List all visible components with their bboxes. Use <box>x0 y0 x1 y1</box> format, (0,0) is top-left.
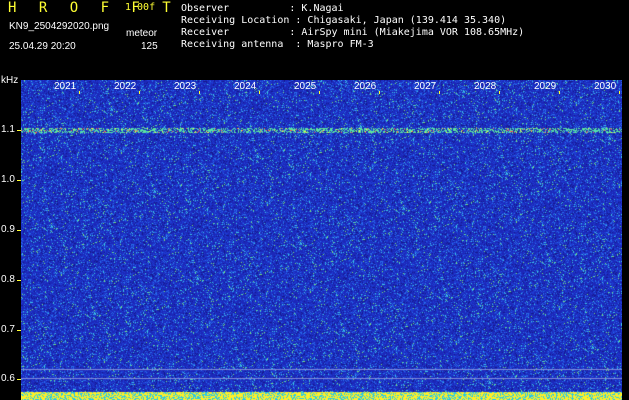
x-tick-mark <box>79 91 80 94</box>
meta-observer: Observer : K.Nagai <box>181 3 344 14</box>
x-tick-label: 2026 <box>354 81 377 92</box>
spectrogram-plot[interactable] <box>21 80 622 400</box>
meta-antenna: Receiving antenna : Maspro FM-3 <box>181 39 374 50</box>
y-tick-mark <box>17 280 21 281</box>
x-tick-label: 2022 <box>114 81 137 92</box>
x-tick-mark <box>139 91 140 94</box>
x-tick-label: 2029 <box>534 81 557 92</box>
y-tick-mark <box>17 330 21 331</box>
mode-label: meteor <box>126 28 158 39</box>
x-tick-mark <box>559 91 560 94</box>
x-tick-mark <box>439 91 440 94</box>
y-tick-label: 1.1 <box>1 124 15 135</box>
y-tick-mark <box>17 230 21 231</box>
meta-location: Receiving Location : Chigasaki, Japan (1… <box>181 15 507 26</box>
x-tick-mark <box>499 91 500 94</box>
x-tick-mark <box>199 91 200 94</box>
y-tick-label: 0.8 <box>1 274 15 285</box>
meta-receiver: Receiver : AirSpy mini (Miakejima VOR 10… <box>181 27 525 38</box>
count: 125 <box>141 41 158 52</box>
y-tick-label: 0.7 <box>1 324 15 335</box>
y-axis-unit: kHz <box>1 75 19 86</box>
y-tick-label: 0.6 <box>1 373 15 384</box>
y-tick-mark <box>17 180 21 181</box>
x-tick-mark <box>319 91 320 94</box>
y-tick-mark <box>17 379 21 380</box>
x-tick-label: 2024 <box>234 81 257 92</box>
app-version: 1.00f <box>125 2 156 13</box>
y-tick-mark <box>17 130 21 131</box>
x-tick-label: 2021 <box>54 81 77 92</box>
spectrogram-canvas[interactable] <box>21 80 622 400</box>
file-name: KN9_2504292020.png <box>9 21 110 32</box>
x-tick-mark <box>379 91 380 94</box>
x-tick-label: 2025 <box>294 81 317 92</box>
x-tick-mark <box>259 91 260 94</box>
y-tick-label: 1.0 <box>1 174 15 185</box>
timestamp: 25.04.29 20:20 <box>9 41 76 52</box>
x-tick-label: 2030 <box>594 81 617 92</box>
x-tick-mark <box>619 91 620 94</box>
x-tick-label: 2023 <box>174 81 197 92</box>
x-tick-label: 2028 <box>474 81 497 92</box>
plot-right-border <box>622 80 629 400</box>
y-tick-label: 0.9 <box>1 224 15 235</box>
x-tick-label: 2027 <box>414 81 437 92</box>
